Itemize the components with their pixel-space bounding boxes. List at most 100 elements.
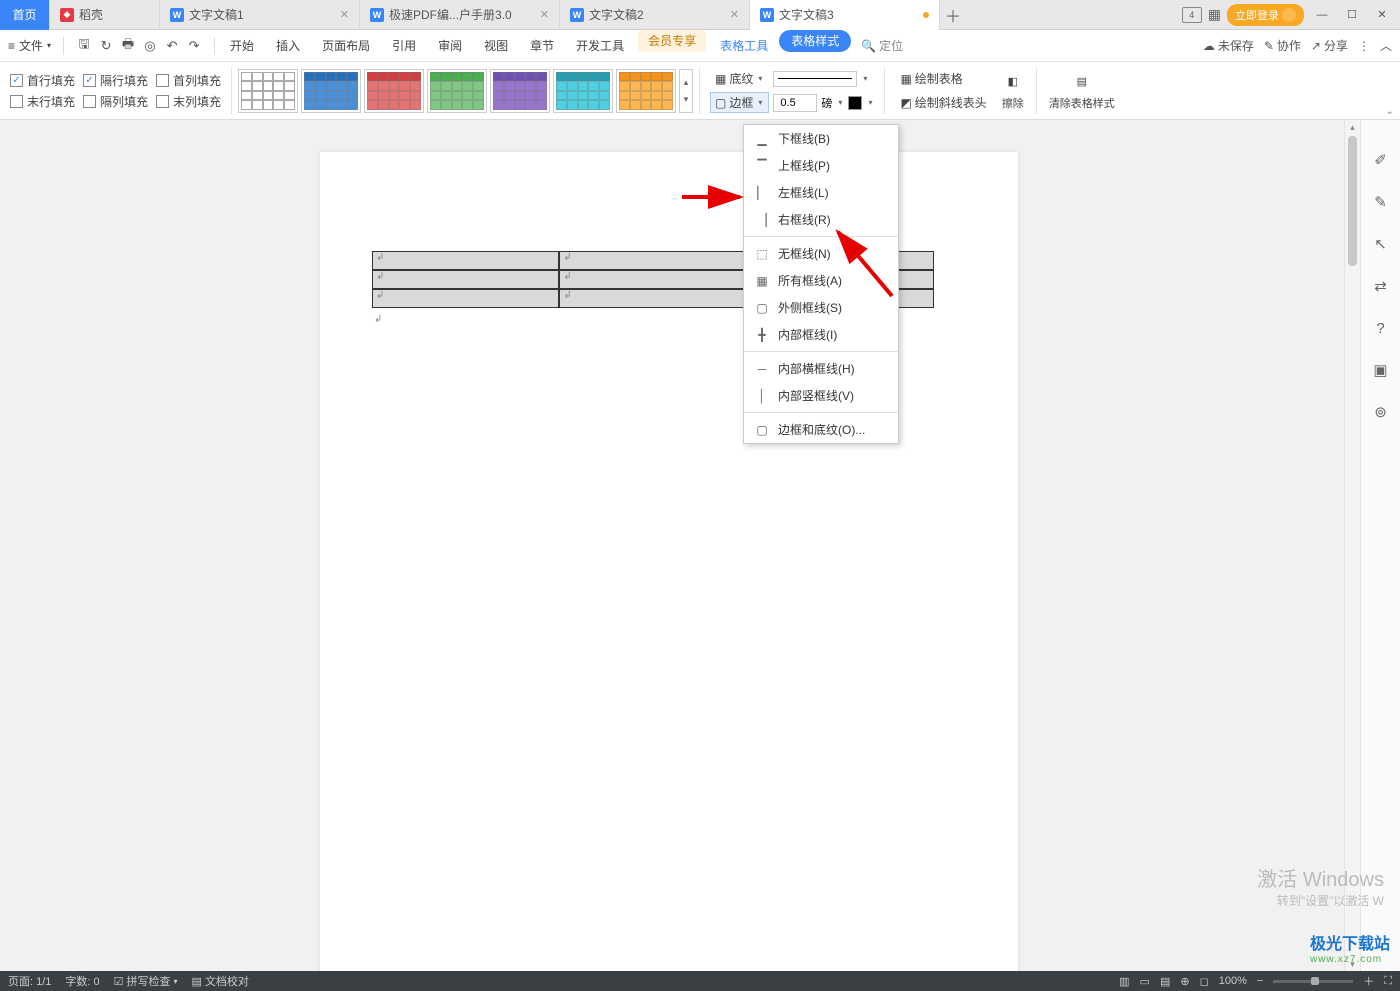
border-width-input[interactable]: 0.5 xyxy=(773,94,817,112)
document-area[interactable]: ↲↲↲ ↲↲↲ ↲↲↲ ↲ xyxy=(0,120,1360,971)
status-proof[interactable]: ▤文档校对 xyxy=(192,973,249,989)
check-last-col[interactable]: 末列填充 xyxy=(156,93,221,110)
tab-doc1[interactable]: W 文字文稿1 ✕ xyxy=(160,0,360,30)
check-first-row[interactable]: ✓首行填充 xyxy=(10,72,75,89)
menu-border-inside-h[interactable]: ─内部横框线(H) xyxy=(744,355,898,382)
side-tool-help-icon[interactable]: ? xyxy=(1371,318,1391,338)
side-tool-adjust-icon[interactable]: ⇄ xyxy=(1371,276,1391,296)
page[interactable]: ↲↲↲ ↲↲↲ ↲↲↲ ↲ xyxy=(320,152,1018,971)
shading-dropdown[interactable]: ▦底纹▾ xyxy=(710,68,769,89)
close-icon[interactable]: ✕ xyxy=(332,8,349,21)
tab-home[interactable]: 首页 xyxy=(0,0,50,30)
zoom-in-button[interactable]: ＋ xyxy=(1363,973,1374,989)
menu-border-dialog[interactable]: ▢边框和底纹(O)... xyxy=(744,416,898,443)
tab-layout[interactable]: 页面布局 xyxy=(311,30,381,62)
share-button[interactable]: ↗分享 xyxy=(1311,37,1348,54)
style-teal[interactable] xyxy=(553,69,613,113)
style-red[interactable] xyxy=(364,69,424,113)
style-green[interactable] xyxy=(427,69,487,113)
side-tool-more-icon[interactable]: ⊚ xyxy=(1371,402,1391,422)
unsaved-indicator[interactable]: ☁未保存 xyxy=(1203,37,1254,54)
style-plain[interactable] xyxy=(238,69,298,113)
view-mode-print-icon[interactable]: ▥ xyxy=(1119,975,1129,988)
undo-icon[interactable]: ↶ xyxy=(162,36,182,56)
style-purple[interactable] xyxy=(490,69,550,113)
close-icon[interactable]: ✕ xyxy=(722,8,739,21)
menu-border-inside-v[interactable]: │内部竖框线(V) xyxy=(744,382,898,409)
line-style-dropdown[interactable] xyxy=(773,71,857,87)
check-banded-col[interactable]: 隔列填充 xyxy=(83,93,148,110)
maximize-button[interactable]: ☐ xyxy=(1340,3,1364,27)
status-words[interactable]: 字数: 0 xyxy=(65,973,99,989)
view-mode-read-icon[interactable]: ⊕ xyxy=(1180,975,1189,988)
tab-chapter[interactable]: 章节 xyxy=(519,30,565,62)
zoom-level[interactable]: 100% xyxy=(1219,975,1247,987)
tab-dev[interactable]: 开发工具 xyxy=(565,30,635,62)
check-first-col[interactable]: 首列填充 xyxy=(156,72,221,89)
zoom-slider[interactable] xyxy=(1273,980,1353,983)
menu-border-bottom[interactable]: ▁下框线(B) xyxy=(744,125,898,152)
tab-doc2[interactable]: W 文字文稿2 ✕ xyxy=(560,0,750,30)
close-window-button[interactable]: ✕ xyxy=(1370,3,1394,27)
side-tool-select-icon[interactable]: ↖ xyxy=(1371,234,1391,254)
side-tool-highlight-icon[interactable]: ✎ xyxy=(1371,192,1391,212)
scrollbar-thumb[interactable] xyxy=(1348,136,1357,266)
status-spell[interactable]: ☑拼写检查▾ xyxy=(114,973,178,989)
collapse-ribbon-icon[interactable]: ︿ xyxy=(1380,37,1392,54)
menu-border-inside[interactable]: ╋内部框线(I) xyxy=(744,321,898,348)
view-mode-outline-icon[interactable]: ▤ xyxy=(1160,975,1170,988)
close-icon[interactable]: ✕ xyxy=(532,8,549,21)
check-last-row[interactable]: 末行填充 xyxy=(10,93,75,110)
minimize-button[interactable]: — xyxy=(1310,3,1334,27)
check-banded-row[interactable]: ✓隔行填充 xyxy=(83,72,148,89)
view-mode-web-icon[interactable]: ▭ xyxy=(1140,975,1150,988)
tab-doc3-active[interactable]: W 文字文稿3 xyxy=(750,0,940,30)
draw-table-button[interactable]: ▦绘制表格 xyxy=(895,68,967,89)
tab-pdf[interactable]: W 极速PDF编...户手册3.0 ✕ xyxy=(360,0,560,30)
window-layout-icon[interactable]: 4 xyxy=(1182,7,1202,23)
label: 边框和底纹(O)... xyxy=(778,421,865,438)
login-button[interactable]: 立即登录 xyxy=(1227,4,1304,26)
coop-button[interactable]: ✎协作 xyxy=(1264,37,1301,54)
tab-review[interactable]: 审阅 xyxy=(427,30,473,62)
style-gallery-more[interactable]: ▴▾ xyxy=(679,69,693,113)
apps-grid-icon[interactable]: ▦ xyxy=(1208,6,1221,23)
border-color-swatch[interactable] xyxy=(848,96,862,110)
preview-icon[interactable]: ◎ xyxy=(140,36,160,56)
locate-button[interactable]: 🔍 定位 xyxy=(851,37,913,54)
clear-style-button[interactable]: ▤清除表格样式 xyxy=(1043,69,1121,113)
tab-vip[interactable]: 会员专享 xyxy=(638,30,706,52)
tab-ref[interactable]: 引用 xyxy=(381,30,427,62)
tab-view[interactable]: 视图 xyxy=(473,30,519,62)
zoom-out-button[interactable]: − xyxy=(1257,975,1263,987)
fit-icon[interactable]: ◻ xyxy=(1200,975,1209,988)
style-orange[interactable] xyxy=(616,69,676,113)
scroll-up-icon[interactable]: ▴ xyxy=(1345,120,1360,134)
tab-start[interactable]: 开始 xyxy=(219,30,265,62)
menu-border-left[interactable]: ▏左框线(L) xyxy=(744,179,898,206)
vertical-scrollbar[interactable]: ▴ ▾ xyxy=(1344,120,1360,971)
ribbon-options-icon[interactable]: ⌄ xyxy=(1386,106,1394,117)
tab-daoke[interactable]: ◆ 稻壳 xyxy=(50,0,160,30)
side-tool-image-icon[interactable]: ▣ xyxy=(1371,360,1391,380)
status-page[interactable]: 页面: 1/1 xyxy=(8,973,51,989)
chevron-down-icon[interactable]: ▾ xyxy=(866,98,874,107)
file-menu[interactable]: ≡ 文件 ▾ xyxy=(0,37,59,54)
eraser-button[interactable]: ◧擦除 xyxy=(996,69,1030,113)
border-dropdown[interactable]: ▢边框▾ xyxy=(710,92,769,113)
tab-table-style-active[interactable]: 表格样式 xyxy=(779,30,851,52)
add-tab-button[interactable]: ＋ xyxy=(940,2,966,28)
menu-border-top[interactable]: ▔上框线(P) xyxy=(744,152,898,179)
print-icon[interactable]: 🖶 xyxy=(118,36,138,56)
style-blue[interactable] xyxy=(301,69,361,113)
tab-table-tool[interactable]: 表格工具 xyxy=(709,30,779,62)
sync-icon[interactable]: ↻ xyxy=(96,36,116,56)
tab-insert[interactable]: 插入 xyxy=(265,30,311,62)
side-tool-settings-icon[interactable]: ✐ xyxy=(1371,150,1391,170)
redo-icon[interactable]: ↷ xyxy=(184,36,204,56)
chevron-down-icon[interactable]: ▾ xyxy=(836,98,844,107)
fullscreen-icon[interactable]: ⛶ xyxy=(1384,975,1392,988)
save-icon[interactable]: 🖫 xyxy=(74,36,94,56)
more-icon[interactable]: ⋮ xyxy=(1358,39,1370,53)
draw-diagonal-button[interactable]: ◩绘制斜线表头 xyxy=(895,92,991,113)
